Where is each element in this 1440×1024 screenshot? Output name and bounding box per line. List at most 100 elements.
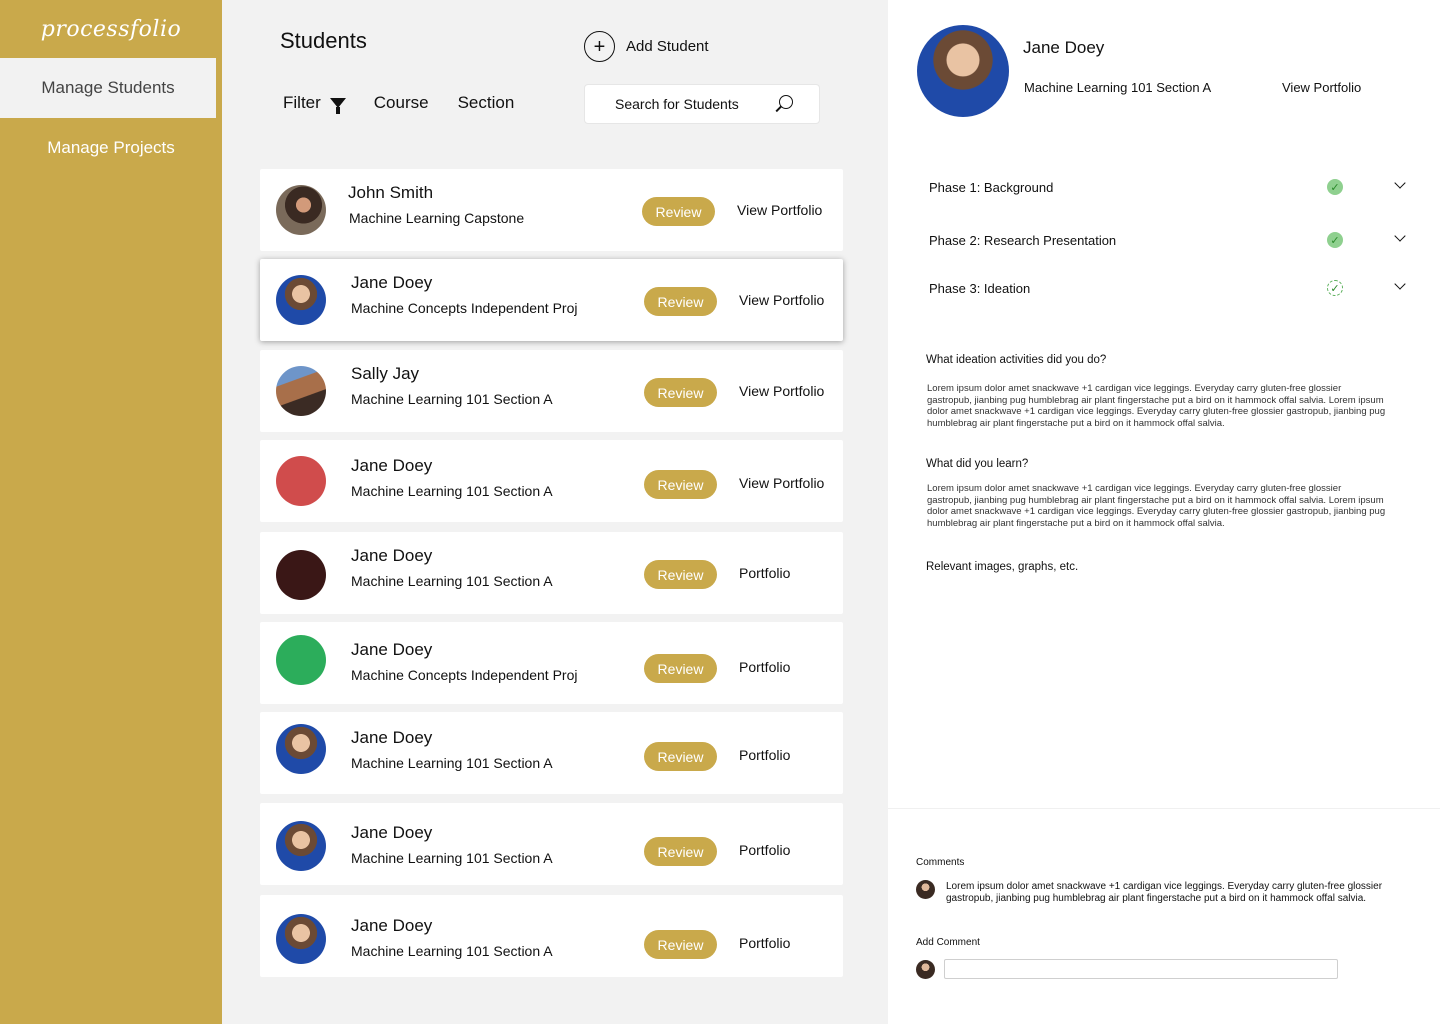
avatar <box>276 635 326 685</box>
comments-title: Comments <box>916 857 965 868</box>
student-course: Machine Learning 101 Section A <box>351 483 553 499</box>
detail-student-name: Jane Doey <box>1023 38 1105 57</box>
portfolio-link[interactable]: Portfolio <box>739 935 790 951</box>
student-course: Machine Learning Capstone <box>349 210 525 226</box>
funnel-icon <box>329 98 346 114</box>
student-card[interactable]: Jane Doey Machine Learning 101 Section A… <box>260 532 843 614</box>
student-card[interactable]: Jane Doey Machine Concepts Independent P… <box>260 259 843 341</box>
avatar <box>276 366 326 416</box>
phase-label: Phase 2: Research Presentation <box>929 233 1117 248</box>
avatar <box>916 880 935 899</box>
phase-row[interactable]: Phase 3: Ideation ✓ <box>929 277 1410 301</box>
avatar <box>276 550 326 600</box>
sidebar: processfolio Manage Students Manage Proj… <box>0 0 222 1024</box>
add-student-label: Add Student <box>626 38 709 55</box>
phase-label: Phase 3: Ideation <box>929 281 1031 296</box>
comment-text: Lorem ipsum dolor amet snackwave +1 card… <box>946 881 1383 904</box>
sidebar-item-manage-students[interactable]: Manage Students <box>0 58 216 118</box>
student-name: Jane Doey <box>351 640 433 659</box>
portfolio-link[interactable]: Portfolio <box>739 565 790 581</box>
avatar <box>276 724 326 774</box>
avatar <box>276 185 326 235</box>
checkmark-icon: ✓ <box>1327 179 1343 195</box>
avatar <box>916 960 935 979</box>
student-name: Jane Doey <box>351 728 433 747</box>
question-answer: Lorem ipsum dolor amet snackwave +1 card… <box>927 383 1386 429</box>
comments-panel: Comments Lorem ipsum dolor amet snackwav… <box>888 808 1440 1024</box>
student-course: Machine Learning 101 Section A <box>351 850 553 866</box>
student-card[interactable]: Jane Doey Machine Learning 101 Section A… <box>260 712 843 794</box>
search-icon[interactable] <box>779 95 793 109</box>
student-detail-panel: Jane Doey Machine Learning 101 Section A… <box>888 0 1440 1024</box>
section-filter[interactable]: Section <box>458 93 515 113</box>
student-name: Jane Doey <box>351 916 433 935</box>
review-button[interactable]: Review <box>644 930 717 959</box>
chevron-down-icon[interactable] <box>1394 230 1406 242</box>
view-portfolio-link[interactable]: View Portfolio <box>737 202 822 218</box>
add-comment-label: Add Comment <box>916 937 980 948</box>
portfolio-link[interactable]: Portfolio <box>739 747 790 763</box>
portfolio-link[interactable]: Portfolio <box>739 659 790 675</box>
phase-row[interactable]: Phase 1: Background ✓ <box>929 176 1410 200</box>
chevron-down-icon[interactable] <box>1394 177 1406 189</box>
filter-label: Filter <box>283 93 321 112</box>
review-button[interactable]: Review <box>644 837 717 866</box>
detail-student-course: Machine Learning 101 Section A <box>1024 80 1212 95</box>
comment-input[interactable] <box>944 959 1338 979</box>
student-course: Machine Learning 101 Section A <box>351 943 553 959</box>
course-filter[interactable]: Course <box>374 93 429 113</box>
review-button[interactable]: Review <box>644 742 717 771</box>
review-button[interactable]: Review <box>644 470 717 499</box>
review-button[interactable]: Review <box>644 654 717 683</box>
plus-icon: + <box>584 31 615 62</box>
avatar <box>276 456 326 506</box>
student-card[interactable]: Sally Jay Machine Learning 101 Section A… <box>260 350 843 432</box>
student-name: Sally Jay <box>351 364 420 383</box>
avatar <box>276 914 326 964</box>
view-portfolio-link[interactable]: View Portfolio <box>739 383 824 399</box>
student-course: Machine Concepts Independent Proj <box>351 300 578 316</box>
phase-label: Phase 1: Background <box>929 180 1054 195</box>
in-progress-check-icon: ✓ <box>1327 280 1343 296</box>
filter-button[interactable]: Filter <box>283 93 346 114</box>
review-button[interactable]: Review <box>644 560 717 589</box>
avatar <box>917 25 1009 117</box>
filter-bar: Filter Course Section <box>283 93 515 114</box>
avatar <box>276 275 326 325</box>
search-input[interactable]: Search for Students <box>584 84 820 124</box>
question-title: What did you learn? <box>926 458 1029 470</box>
sidebar-item-manage-projects[interactable]: Manage Projects <box>0 118 222 178</box>
add-student-button[interactable]: + Add Student <box>584 31 709 62</box>
student-name: Jane Doey <box>351 456 433 475</box>
view-portfolio-link[interactable]: View Portfolio <box>739 475 824 491</box>
student-name: Jane Doey <box>351 823 433 842</box>
student-course: Machine Learning 101 Section A <box>351 573 553 589</box>
app-logo: processfolio <box>40 16 182 42</box>
student-card[interactable]: Jane Doey Machine Learning 101 Section A… <box>260 440 843 522</box>
student-course: Machine Learning 101 Section A <box>351 755 553 771</box>
student-card[interactable]: John Smith Machine Learning Capstone Rev… <box>260 169 843 251</box>
checkmark-icon: ✓ <box>1327 232 1343 248</box>
phase-row[interactable]: Phase 2: Research Presentation ✓ <box>929 229 1410 253</box>
review-button[interactable]: Review <box>644 287 717 316</box>
review-button[interactable]: Review <box>644 378 717 407</box>
view-portfolio-link[interactable]: View Portfolio <box>739 292 824 308</box>
review-button[interactable]: Review <box>642 197 715 226</box>
student-list-panel: Students + Add Student Filter Course Sec… <box>222 0 888 1024</box>
student-card[interactable]: Jane Doey Machine Learning 101 Section A… <box>260 803 843 885</box>
student-course: Machine Learning 101 Section A <box>351 391 553 407</box>
portfolio-link[interactable]: Portfolio <box>739 842 790 858</box>
student-name: John Smith <box>348 183 434 202</box>
question-answer: Lorem ipsum dolor amet snackwave +1 card… <box>927 483 1386 529</box>
avatar <box>276 821 326 871</box>
search-placeholder: Search for Students <box>615 96 739 112</box>
student-course: Machine Concepts Independent Proj <box>351 667 578 683</box>
images-section-title: Relevant images, graphs, etc. <box>926 561 1079 573</box>
student-card[interactable]: Jane Doey Machine Learning 101 Section A… <box>260 895 843 977</box>
chevron-down-icon[interactable] <box>1394 278 1406 290</box>
question-title: What ideation activities did you do? <box>926 354 1107 366</box>
view-portfolio-link[interactable]: View Portfolio <box>1282 80 1361 95</box>
student-card[interactable]: Jane Doey Machine Concepts Independent P… <box>260 622 843 704</box>
student-name: Jane Doey <box>351 273 433 292</box>
student-name: Jane Doey <box>351 546 433 565</box>
